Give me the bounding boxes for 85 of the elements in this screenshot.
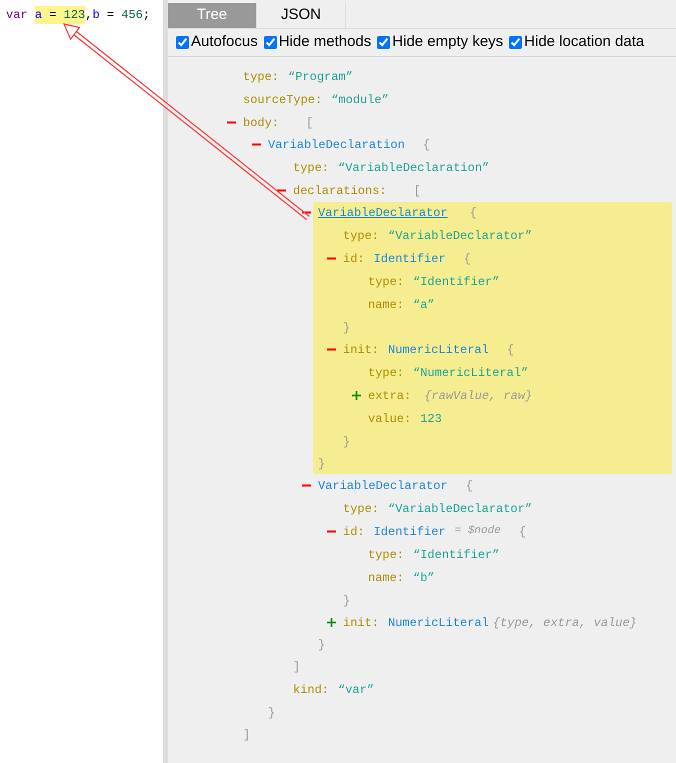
code-token: ; — [142, 7, 150, 24]
code-token: var — [6, 7, 28, 24]
tab[interactable]: Tree — [168, 3, 257, 28]
checkbox-label: Autofocus — [191, 32, 258, 52]
property-value: “var” — [338, 682, 374, 698]
property-value: “a” — [413, 296, 435, 314]
checkbox[interactable] — [509, 36, 522, 49]
property-value: “b” — [413, 570, 435, 586]
property-key: sourceType: — [243, 90, 322, 108]
node-type[interactable]: Identifier — [374, 522, 446, 540]
property-key: type: — [293, 158, 330, 176]
collapse-icon[interactable] — [302, 484, 311, 487]
property-key: type: — [368, 272, 404, 290]
property-value: “Program” — [288, 68, 353, 86]
close-bracket: } — [343, 320, 350, 336]
open-bracket: { — [518, 524, 526, 540]
property-key: id: — [343, 522, 365, 540]
checkbox-label: Hide location data — [524, 32, 644, 52]
property-value: “module” — [331, 92, 389, 108]
open-bracket: { — [464, 250, 471, 268]
collapse-icon[interactable] — [302, 211, 311, 214]
collapse-icon[interactable] — [327, 348, 336, 351]
close-bracket: ] — [293, 658, 300, 676]
close-bracket: ] — [243, 726, 250, 744]
node-hint: = $node — [454, 524, 501, 540]
collapse-icon[interactable] — [277, 189, 286, 192]
open-bracket: { — [506, 342, 514, 358]
close-bracket: } — [343, 592, 350, 610]
open-bracket: [ — [414, 182, 421, 200]
node-summary: {rawValue, raw} — [424, 388, 532, 404]
node-summary: {type, extra, value} — [492, 614, 637, 632]
collapse-icon[interactable] — [327, 257, 336, 260]
property-key: name: — [368, 296, 404, 314]
code-token: = — [49, 7, 56, 24]
code-token: a — [34, 7, 42, 24]
code-token: 456 — [121, 7, 143, 24]
checkbox[interactable] — [264, 36, 277, 49]
node-type[interactable]: NumericLiteral — [388, 614, 489, 632]
code-token: 123 — [64, 7, 86, 24]
property-value: “Identifier” — [413, 274, 500, 290]
property-value: 123 — [420, 410, 442, 428]
node-type[interactable]: VariableDeclaration — [268, 136, 405, 154]
property-value: “VariableDeclarator” — [388, 228, 532, 244]
collapse-icon[interactable] — [252, 143, 261, 146]
open-bracket: { — [466, 478, 473, 494]
property-value: “NumericLiteral” — [413, 364, 528, 382]
property-key: type: — [343, 226, 380, 244]
node-type[interactable]: NumericLiteral — [388, 340, 489, 358]
close-bracket: } — [318, 456, 326, 472]
property-value: “VariableDeclarator” — [388, 500, 532, 518]
node-type[interactable]: Identifier — [374, 250, 446, 268]
code-token: , — [85, 7, 92, 24]
property-key: init: — [343, 614, 380, 632]
expand-icon[interactable] — [327, 618, 336, 627]
property-key: type: — [368, 364, 404, 382]
property-key: extra: — [368, 386, 412, 404]
property-key: id: — [343, 250, 365, 268]
checkbox-label: Hide empty keys — [392, 32, 504, 52]
property-key: type: — [343, 500, 380, 518]
property-key: type: — [368, 546, 404, 564]
expand-icon[interactable] — [352, 391, 361, 400]
open-bracket: [ — [306, 114, 314, 132]
code-token: = — [106, 7, 114, 24]
code-token: b — [92, 7, 100, 24]
close-bracket: } — [268, 704, 276, 722]
open-bracket: { — [470, 204, 477, 222]
close-bracket: } — [318, 636, 326, 654]
property-value: “VariableDeclaration” — [338, 160, 490, 176]
property-key: type: — [243, 68, 280, 86]
checkbox-label: Hide methods — [278, 32, 372, 52]
node-type[interactable]: VariableDeclarator — [318, 476, 448, 494]
open-bracket: { — [422, 136, 430, 154]
checkbox[interactable] — [176, 36, 189, 49]
property-key: value: — [368, 410, 412, 428]
property-key: init: — [343, 340, 380, 358]
node-type[interactable]: VariableDeclarator — [318, 204, 452, 222]
property-value: “Identifier” — [413, 546, 500, 564]
property-key: body: — [243, 114, 280, 132]
close-bracket: } — [343, 434, 350, 450]
property-key: name: — [368, 568, 404, 586]
property-key: kind: — [293, 680, 330, 698]
collapse-icon[interactable] — [327, 530, 336, 533]
checkbox[interactable] — [377, 36, 390, 49]
collapse-icon[interactable] — [227, 121, 236, 124]
property-key: declarations: — [293, 182, 387, 200]
